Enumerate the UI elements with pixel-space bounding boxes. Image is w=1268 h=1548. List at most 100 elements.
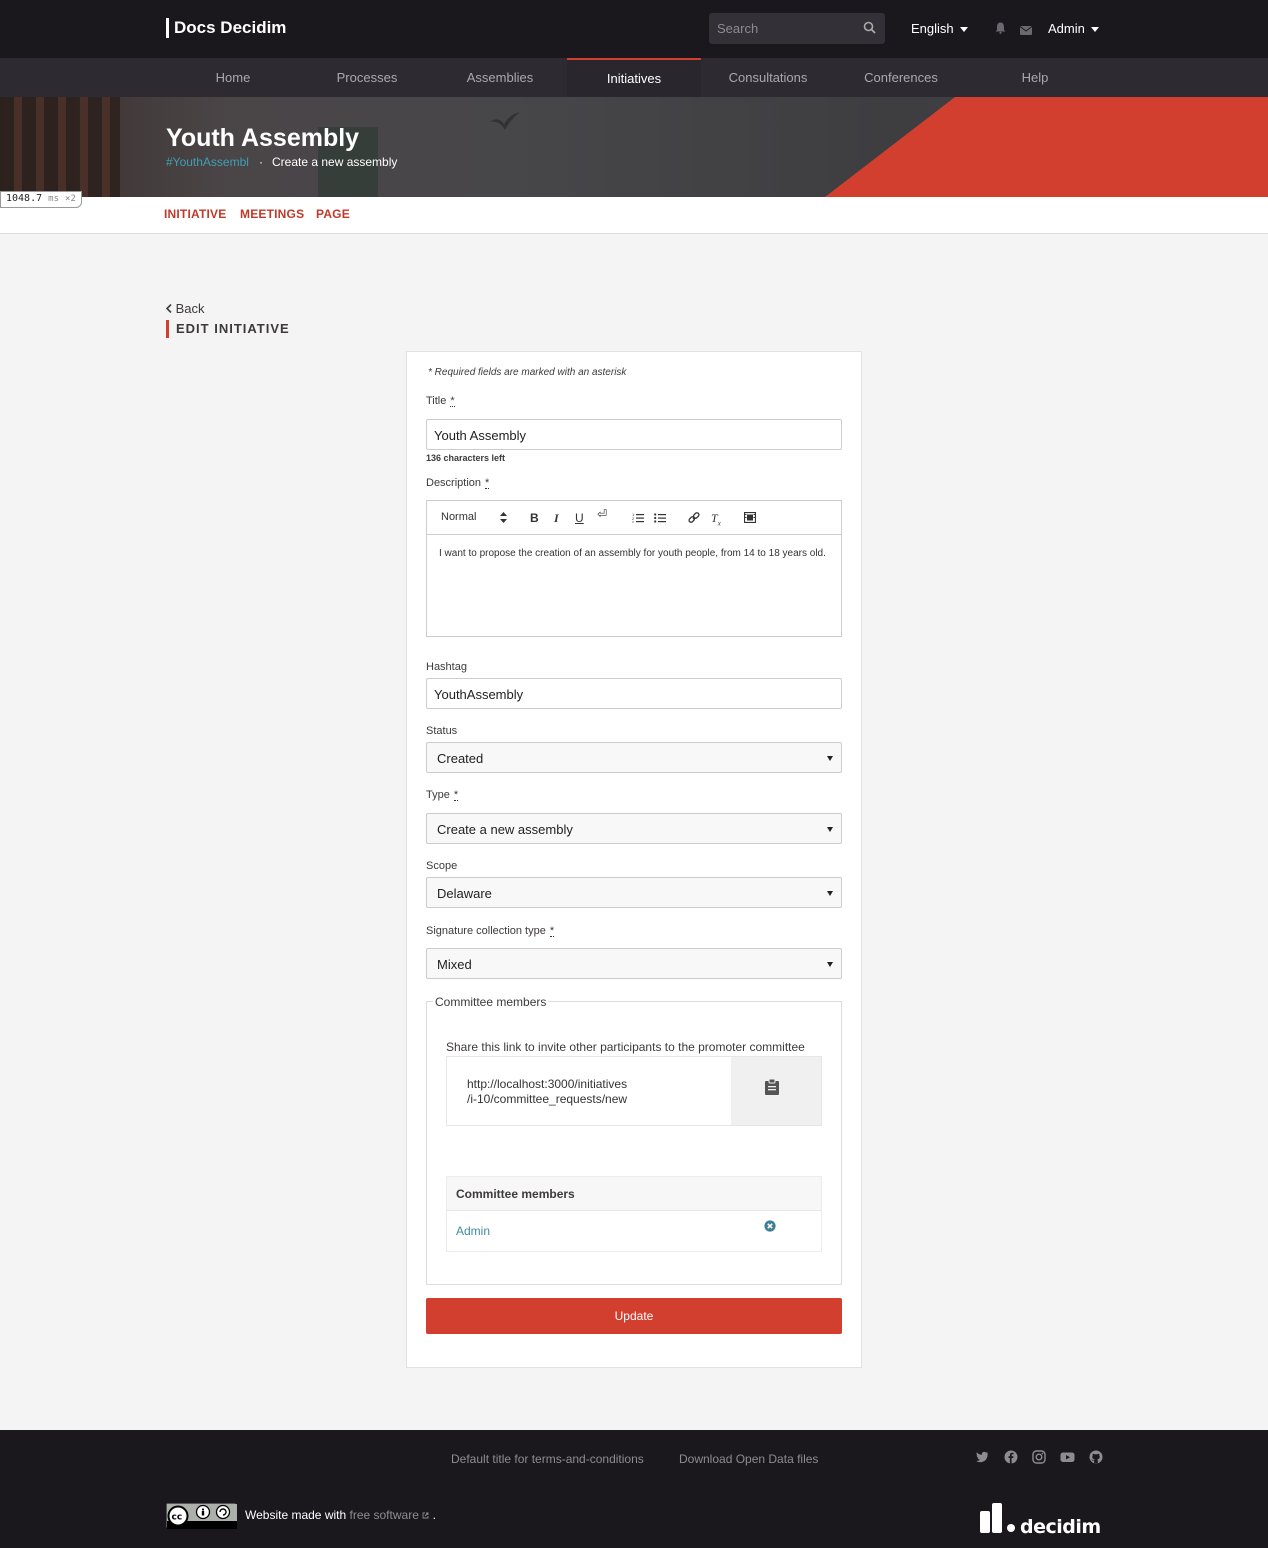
user-menu[interactable]: Admin [1048,21,1099,36]
description-editor[interactable]: Normal B I U ⏎ 123 Tx I want to propose … [426,500,842,637]
made-with-period: . [432,1508,436,1522]
required-asterisk: * [485,477,490,489]
line-break-icon[interactable]: ⏎ [597,507,607,521]
terms-link[interactable]: Default title for terms-and-conditions [451,1452,644,1466]
invite-link-box: http://localhost:3000/initiatives/i-10/c… [446,1056,822,1126]
performance-timer[interactable]: 1048.7 ms ×2 [0,191,82,208]
decidim-logo[interactable]: decidim [978,1503,1101,1539]
required-asterisk: * [450,395,455,407]
hero-background-image [0,97,120,197]
signature-type-select[interactable]: Mixed [426,948,842,979]
invite-link-url[interactable]: http://localhost:3000/initiatives/i-10/c… [467,1077,627,1107]
copy-link-button[interactable] [731,1057,821,1125]
youtube-icon[interactable] [1060,1450,1075,1464]
up-down-arrow-icon[interactable] [500,512,507,523]
format-select[interactable]: Normal [441,511,476,523]
required-asterisk: * [549,925,555,937]
description-text[interactable]: I want to propose the creation of an ass… [439,545,831,562]
underline-icon[interactable]: U [575,511,584,525]
hashtag-label: Hashtag [426,661,467,673]
search-box[interactable] [709,13,885,44]
hashtag-input[interactable]: YouthAssembly [426,678,842,709]
facebook-icon[interactable] [1004,1450,1018,1464]
status-label: Status [426,725,458,737]
update-button[interactable]: Update [426,1298,842,1334]
share-link-text: Share this link to invite other particip… [446,1040,805,1054]
invite-link-line-1: http://localhost:3000/initiatives [467,1077,628,1091]
creative-commons-badge[interactable]: cc [166,1503,237,1529]
chevron-left-icon [165,303,172,314]
remove-circle-icon[interactable] [764,1220,776,1235]
signature-type-value: Mixed [437,957,472,972]
type-select[interactable]: Create a new assembly [426,813,842,844]
footer: Default title for terms-and-conditions D… [0,1430,1268,1548]
bold-icon[interactable]: B [530,511,539,525]
title-input[interactable]: Youth Assembly [426,419,842,450]
hero-banner: Youth Assembly #YouthAssembl · Create a … [0,97,1268,197]
timer-unit: ms [48,194,59,204]
tab-meetings[interactable]: MEETINGS [240,207,304,221]
nav-item-initiatives[interactable]: Initiatives [567,58,701,97]
editor-toolbar: Normal B I U ⏎ 123 Tx [427,501,841,535]
hero-hashtag[interactable]: #YouthAssembl [166,155,249,169]
tab-page[interactable]: PAGE [316,207,350,221]
ordered-list-icon[interactable]: 123 [632,512,644,523]
search-input[interactable] [709,13,859,44]
italic-icon[interactable]: I [554,511,559,526]
dropdown-arrow-icon [827,891,833,896]
description-label: Description * [426,477,490,489]
bullet-list-icon[interactable] [654,512,666,523]
hero-title: Youth Assembly [166,124,360,152]
instagram-icon[interactable] [1032,1450,1046,1464]
chevron-down-icon [1090,27,1099,33]
search-icon[interactable] [863,21,876,37]
description-label-text: Description [426,477,482,489]
signature-type-label: Signature collection type * [426,925,555,937]
made-with-label: Website made with [245,1508,347,1522]
hero-separator: · [259,155,263,169]
svg-text:cc: cc [172,1513,183,1523]
edit-initiative-form: * Required fields are marked with an ast… [406,351,862,1368]
main-navigation: Home Processes Assemblies Initiatives Co… [0,58,1268,97]
dropdown-arrow-icon [827,756,833,761]
twitter-icon[interactable] [975,1450,989,1464]
link-icon[interactable] [688,512,700,524]
nav-item-processes[interactable]: Processes [300,58,434,97]
dropdown-arrow-icon [827,962,833,967]
external-link-icon [422,1512,429,1519]
made-with-text: Website made with free software . [245,1508,436,1522]
required-asterisk: * [453,789,459,801]
open-data-link[interactable]: Download Open Data files [679,1452,818,1466]
envelope-icon[interactable] [1019,23,1033,38]
nav-item-home[interactable]: Home [166,58,300,97]
committee-members-header: Committee members [447,1177,821,1211]
bell-icon[interactable] [995,22,1006,37]
language-chooser[interactable]: English [911,21,968,36]
free-software-link[interactable]: free software [350,1508,419,1522]
status-select[interactable]: Created [426,742,842,773]
tab-initiative[interactable]: INITIATIVE [164,207,226,221]
clipboard-icon [765,1079,779,1095]
nav-item-help[interactable]: Help [968,58,1102,97]
scope-select[interactable]: Delaware [426,877,842,908]
decidim-wordmark: decidim [1020,1516,1101,1538]
scope-label: Scope [426,860,458,872]
language-label: English [911,21,954,36]
video-icon[interactable] [744,512,756,523]
back-link[interactable]: Back [165,301,205,316]
nav-item-consultations[interactable]: Consultations [701,58,835,97]
page-title: EDIT INITIATIVE [166,320,290,338]
top-bar: Docs Decidim English Admin [0,0,1268,58]
committee-member-link[interactable]: Admin [456,1224,490,1238]
committee-members-table: Committee members Admin [446,1176,822,1252]
nav-item-conferences[interactable]: Conferences [834,58,968,97]
clear-formatting-icon[interactable]: Tx [711,511,721,527]
status-value: Created [437,751,484,766]
github-icon[interactable] [1089,1450,1103,1464]
user-name: Admin [1048,21,1085,36]
bird-icon [490,112,520,130]
site-logo[interactable]: Docs Decidim [166,18,286,38]
timer-multiplier: ×2 [65,194,76,204]
committee-legend: Committee members [433,995,549,1009]
nav-item-assemblies[interactable]: Assemblies [433,58,567,97]
